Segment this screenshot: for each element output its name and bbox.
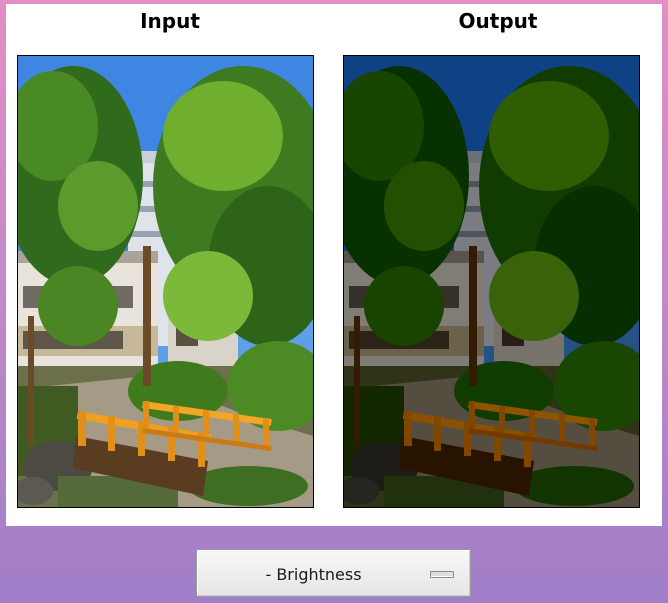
filter-option-menu[interactable]: - Brightness (196, 549, 471, 597)
option-menu-indicator-icon (430, 571, 454, 578)
output-title: Output (458, 9, 538, 33)
input-title: Input (140, 9, 200, 33)
output-image (343, 55, 640, 508)
input-image (17, 55, 314, 508)
option-menu-selected-label: - Brightness (265, 565, 362, 584)
